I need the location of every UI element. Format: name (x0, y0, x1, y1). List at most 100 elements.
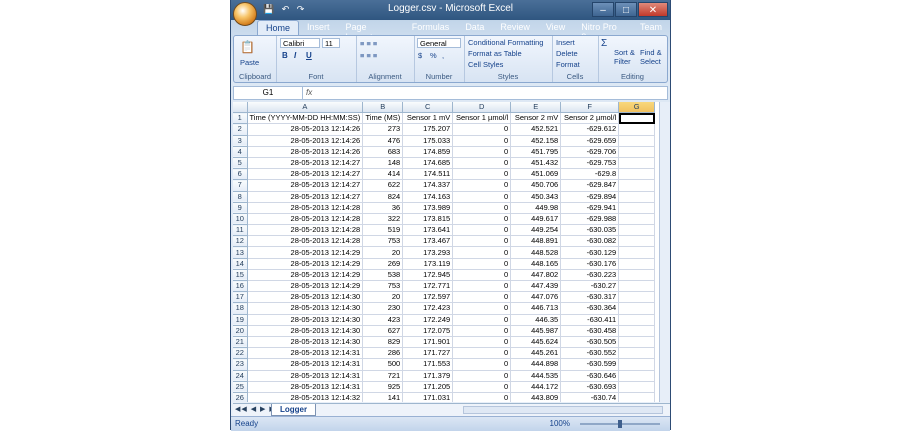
row-header[interactable]: 23 (233, 358, 248, 371)
sort-filter-button[interactable]: Sort & (614, 48, 635, 57)
cell-a14[interactable]: 28-05-2013 12:14:29 (247, 258, 364, 270)
cell-a6[interactable]: 28-05-2013 12:14:27 (247, 168, 364, 181)
cell-a4[interactable]: 28-05-2013 12:14:26 (247, 146, 364, 158)
vertical-scrollbar[interactable] (659, 102, 670, 402)
row-header[interactable]: 1 (233, 112, 248, 125)
cell-c19[interactable]: 172.249 (402, 314, 454, 326)
cell-b21[interactable]: 829 (362, 336, 404, 349)
cell-a21[interactable]: 28-05-2013 12:14:30 (247, 336, 364, 349)
cell-b16[interactable]: 753 (362, 280, 404, 293)
cell-b4[interactable]: 683 (362, 146, 404, 158)
column-header-c[interactable]: C (402, 102, 454, 114)
cell-e9[interactable]: 449.98 (510, 202, 562, 214)
conditional-formatting-button[interactable]: Conditional Formatting (468, 38, 543, 47)
cell-b10[interactable]: 322 (362, 213, 404, 226)
cell-a7[interactable]: 28-05-2013 12:14:27 (247, 179, 364, 192)
cell-c26[interactable]: 171.031 (402, 392, 454, 402)
cell-b7[interactable]: 622 (362, 179, 404, 192)
cell-b17[interactable]: 20 (362, 291, 404, 304)
cell-g21[interactable] (618, 336, 656, 349)
cell-c7[interactable]: 174.337 (402, 179, 454, 192)
cell-f1[interactable]: Sensor 2 µmol/l (560, 112, 620, 125)
number-format-box[interactable]: General (417, 38, 461, 48)
row-header[interactable]: 18 (233, 302, 248, 315)
row-header[interactable]: 26 (233, 392, 248, 402)
cell-d24[interactable]: 0 (452, 370, 512, 382)
cell-f20[interactable]: -630.458 (560, 325, 620, 337)
cell-e8[interactable]: 450.343 (510, 191, 562, 203)
cell-d7[interactable]: 0 (452, 179, 512, 192)
cell-d5[interactable]: 0 (452, 157, 512, 170)
cell-e24[interactable]: 444.535 (510, 370, 562, 382)
spreadsheet-grid[interactable]: ABCDEFG 1 Time (YYYY-MM-DD HH:MM:SS) Time … (233, 102, 670, 402)
cell-c20[interactable]: 172.075 (402, 325, 454, 337)
find-select-button-2[interactable]: Select (640, 57, 661, 66)
row-header[interactable]: 16 (233, 280, 248, 293)
cell-f6[interactable]: -629.8 (560, 168, 620, 181)
row-header[interactable]: 17 (233, 291, 248, 304)
save-icon[interactable]: 💾 (263, 4, 274, 14)
align-icons-2[interactable]: ≡ ≡ ≡ (360, 51, 377, 60)
cell-b22[interactable]: 286 (362, 347, 404, 360)
cell-c12[interactable]: 173.467 (402, 235, 454, 248)
cell-e16[interactable]: 447.439 (510, 280, 562, 293)
cell-d21[interactable]: 0 (452, 336, 512, 349)
underline-button[interactable]: U (306, 51, 312, 60)
row-header[interactable]: 3 (233, 135, 248, 147)
cell-e15[interactable]: 447.802 (510, 269, 562, 282)
cell-a3[interactable]: 28-05-2013 12:14:26 (247, 135, 364, 147)
cell-d19[interactable]: 0 (452, 314, 512, 326)
ribbon-tab-team[interactable]: Team (632, 20, 670, 36)
cell-e12[interactable]: 448.891 (510, 235, 562, 248)
cell-f7[interactable]: -629.847 (560, 179, 620, 192)
cell-d25[interactable]: 0 (452, 381, 512, 393)
row-header[interactable]: 12 (233, 235, 248, 248)
cell-b13[interactable]: 20 (362, 246, 404, 259)
cell-b23[interactable]: 500 (362, 358, 404, 371)
italic-button[interactable]: I (294, 51, 296, 60)
cell-d6[interactable]: 0 (452, 168, 512, 181)
cell-c6[interactable]: 174.511 (402, 168, 454, 181)
cell-c3[interactable]: 175.033 (402, 135, 454, 147)
cell-d22[interactable]: 0 (452, 347, 512, 360)
zoom-level[interactable]: 100% (550, 419, 570, 428)
cell-g22[interactable] (618, 347, 656, 360)
cell-g4[interactable] (618, 146, 656, 158)
cell-c16[interactable]: 172.771 (402, 280, 454, 293)
cell-styles-button[interactable]: Cell Styles (468, 60, 503, 69)
cell-e14[interactable]: 448.165 (510, 258, 562, 270)
cell-g15[interactable] (618, 269, 656, 282)
cell-b1[interactable]: Time (MS) (362, 112, 404, 125)
cell-f9[interactable]: -629.941 (560, 202, 620, 214)
row-header[interactable]: 8 (233, 191, 248, 203)
maximize-button[interactable]: □ (615, 2, 637, 17)
paste-button[interactable]: Paste (240, 58, 259, 67)
cell-b6[interactable]: 414 (362, 168, 404, 181)
row-header[interactable]: 15 (233, 269, 248, 282)
ribbon-tab-page-layout[interactable]: Page Layout (338, 20, 404, 42)
cell-c2[interactable]: 175.207 (402, 123, 454, 136)
column-header-d[interactable]: D (452, 102, 512, 114)
cell-e22[interactable]: 445.261 (510, 347, 562, 360)
cell-b12[interactable]: 753 (362, 235, 404, 248)
cell-f2[interactable]: -629.612 (560, 123, 620, 136)
cell-e5[interactable]: 451.432 (510, 157, 562, 170)
cell-e25[interactable]: 444.172 (510, 381, 562, 393)
font-name-box[interactable]: Calibri (280, 38, 320, 48)
cell-c23[interactable]: 171.553 (402, 358, 454, 371)
cell-a24[interactable]: 28-05-2013 12:14:31 (247, 370, 364, 382)
cell-d16[interactable]: 0 (452, 280, 512, 293)
ribbon-tab-formulas[interactable]: Formulas (404, 20, 458, 36)
close-button[interactable]: ✕ (638, 2, 668, 17)
select-all-corner[interactable] (233, 102, 248, 114)
cell-d14[interactable]: 0 (452, 258, 512, 270)
cell-c5[interactable]: 174.685 (402, 157, 454, 170)
cell-a9[interactable]: 28-05-2013 12:14:28 (247, 202, 364, 214)
row-header[interactable]: 25 (233, 381, 248, 393)
cell-c9[interactable]: 173.989 (402, 202, 454, 214)
cell-e3[interactable]: 452.158 (510, 135, 562, 147)
minimize-button[interactable]: – (592, 2, 614, 17)
cell-table[interactable]: ABCDEFG 1 Time (YYYY-MM-DD HH:MM:SS) Time … (233, 102, 656, 402)
currency-button[interactable]: $ (418, 51, 422, 60)
cell-g1[interactable] (618, 112, 656, 125)
